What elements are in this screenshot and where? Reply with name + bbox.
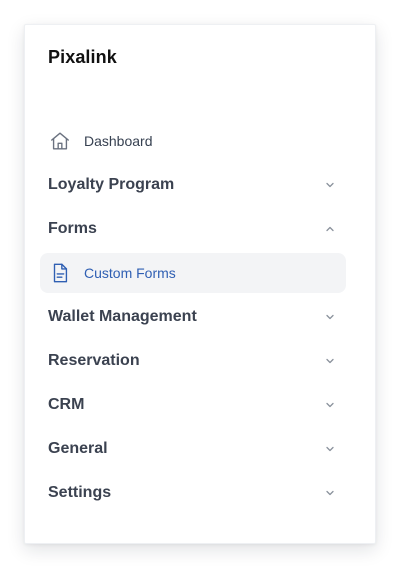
sidebar-group-forms[interactable]: Forms: [40, 209, 346, 249]
sidebar-group-reservation[interactable]: Reservation: [40, 341, 346, 381]
sidebar-group-wallet-management[interactable]: Wallet Management: [40, 297, 346, 337]
home-icon: [48, 129, 72, 153]
chevron-down-icon: [324, 355, 336, 367]
chevron-down-icon: [324, 443, 336, 455]
sidebar-item-label: Dashboard: [84, 133, 153, 149]
sidebar-group-label: Reservation: [48, 352, 140, 369]
sidebar-group-loyalty-program[interactable]: Loyalty Program: [40, 165, 346, 205]
sidebar-group-label: Forms: [48, 220, 97, 237]
sidebar-group-label: Wallet Management: [48, 308, 197, 325]
sidebar-item-label: Custom Forms: [84, 265, 176, 281]
sidebar-group-settings[interactable]: Settings: [40, 473, 346, 513]
chevron-down-icon: [324, 487, 336, 499]
brand-title: Pixalink: [48, 47, 117, 67]
sidebar-panel: Pixalink Dashboard Loyalty Program Forms: [24, 24, 376, 544]
document-icon: [48, 261, 72, 285]
chevron-down-icon: [324, 399, 336, 411]
chevron-up-icon: [324, 223, 336, 235]
sidebar-group-label: Settings: [48, 484, 112, 501]
sidebar-item-custom-forms[interactable]: Custom Forms: [40, 253, 346, 293]
sidebar-group-general[interactable]: General: [40, 429, 346, 469]
chevron-down-icon: [324, 179, 336, 191]
chevron-down-icon: [324, 311, 336, 323]
sidebar-group-crm[interactable]: CRM: [40, 385, 346, 425]
sidebar-item-dashboard[interactable]: Dashboard: [40, 121, 346, 161]
sidebar-group-label: CRM: [48, 396, 85, 413]
sidebar-group-label: General: [48, 440, 108, 457]
sidebar-group-label: Loyalty Program: [48, 176, 175, 193]
